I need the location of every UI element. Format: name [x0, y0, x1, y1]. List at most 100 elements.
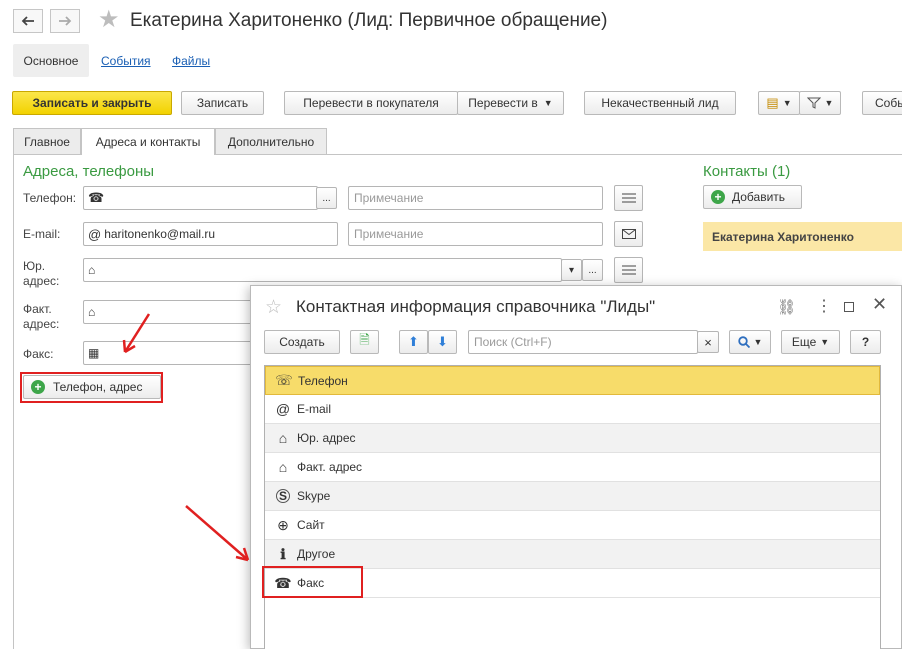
legal-address-label-line2: адрес:: [23, 274, 60, 288]
create-label: Создать: [279, 335, 325, 349]
search-button[interactable]: ▼: [729, 330, 771, 354]
list-item[interactable]: @ E-mail: [265, 395, 880, 424]
highlight-box-fax: [262, 566, 363, 598]
search-icon: [737, 336, 750, 348]
chevron-down-icon: ▼: [782, 98, 792, 108]
add-contact-button[interactable]: + Добавить: [703, 185, 802, 209]
chevron-down-icon: ▼: [543, 98, 553, 108]
at-icon: @: [88, 226, 102, 242]
email-value: haritonenko@mail.ru: [104, 227, 216, 241]
email-input[interactable]: @ haritonenko@mail.ru: [83, 222, 338, 246]
tab-additional[interactable]: Дополнительно: [215, 128, 327, 154]
phone-input[interactable]: ☎: [83, 186, 318, 210]
hamburger-icon: [621, 193, 636, 203]
filter-icon: [806, 97, 821, 109]
to-menu-button[interactable]: Перевести в ▼: [457, 91, 564, 115]
arrow-left-icon: [21, 16, 34, 26]
legal-address-menu-button[interactable]: [614, 257, 643, 283]
envelope-icon: [621, 229, 636, 239]
legal-address-dropdown[interactable]: ▾: [561, 259, 582, 281]
tab-main-label: Главное: [24, 134, 70, 149]
maximize-icon[interactable]: [844, 302, 854, 312]
fax-input[interactable]: ▦: [83, 341, 253, 365]
list-item[interactable]: S Skype: [265, 482, 880, 511]
move-down-button[interactable]: ⬇: [428, 330, 457, 354]
chevron-down-icon: ▼: [820, 337, 830, 347]
tab-main[interactable]: Главное: [13, 128, 81, 154]
copy-doc-icon: 🗎: [359, 332, 370, 347]
phone-note-input[interactable]: Примечание: [348, 186, 603, 210]
list-item[interactable]: ⌂ Факт. адрес: [265, 453, 880, 482]
bad-lead-label: Некачественный лид: [601, 96, 719, 110]
actual-address-input[interactable]: ⌂: [83, 300, 253, 324]
phone-note-placeholder: Примечание: [354, 191, 424, 205]
list-item[interactable]: ☏ Телефон: [265, 366, 880, 395]
help-button[interactable]: ?: [850, 330, 881, 354]
search-clear-button[interactable]: ×: [697, 331, 719, 353]
dialog-title: Контактная информация справочника "Лиды": [296, 297, 656, 316]
contact-row[interactable]: Екатерина Харитоненко: [703, 222, 902, 251]
tab-addresses[interactable]: Адреса и контакты: [81, 128, 215, 155]
close-icon[interactable]: ✕: [872, 294, 887, 315]
more-vert-icon[interactable]: ⋮: [816, 296, 832, 316]
legal-address-label: Юр. адрес:: [23, 259, 59, 289]
report-menu-button[interactable]: ▤ ▼: [758, 91, 800, 115]
list-item[interactable]: ℹ Другое: [265, 540, 880, 569]
actual-address-label-line1: Факт.: [23, 302, 52, 316]
nav-main[interactable]: Основное: [13, 44, 89, 77]
list-item[interactable]: ⌂ Юр. адрес: [265, 424, 880, 453]
create-button[interactable]: Создать: [264, 330, 340, 354]
clear-icon: ×: [704, 334, 712, 350]
legal-dots: ...: [588, 264, 597, 276]
events-menu-button[interactable]: Собы: [862, 91, 902, 115]
legal-address-input[interactable]: ⌂: [83, 258, 562, 282]
link-icon[interactable]: ⛓: [777, 298, 796, 316]
email-note-input[interactable]: Примечание: [348, 222, 603, 246]
actual-address-label-line2: адрес:: [23, 317, 60, 331]
highlight-box-add: [20, 372, 163, 403]
nav-files-link[interactable]: Файлы: [172, 54, 210, 68]
back-button[interactable]: [13, 9, 43, 33]
hamburger-icon: [621, 265, 636, 275]
list-item-label: Skype: [297, 489, 331, 503]
fax-icon: ▦: [88, 346, 100, 360]
house-icon: ⌂: [278, 430, 288, 446]
chevron-down-icon: ▼: [824, 98, 834, 108]
at-icon: @: [275, 401, 291, 417]
nav-events-link[interactable]: События: [101, 54, 151, 68]
list-item-label: Юр. адрес: [297, 431, 356, 445]
annotation-arrow-2: [185, 505, 250, 562]
forward-button[interactable]: [50, 9, 80, 33]
email-send-button[interactable]: [614, 221, 643, 247]
events-menu-label: Собы: [875, 96, 902, 110]
copy-button[interactable]: 🗎: [350, 330, 379, 354]
legal-address-label-line1: Юр.: [23, 259, 46, 273]
email-note-placeholder: Примечание: [354, 227, 424, 241]
chevron-down-icon: ▾: [568, 264, 575, 276]
bad-lead-button[interactable]: Некачественный лид: [584, 91, 736, 115]
annotation-arrow-1: [122, 313, 151, 354]
phone-menu-button[interactable]: [614, 185, 643, 211]
to-buyer-button[interactable]: Перевести в покупателя: [284, 91, 458, 115]
report-icon: ▤: [766, 95, 779, 110]
arrow-right-icon: [59, 16, 72, 26]
move-up-button[interactable]: ⬆: [399, 330, 428, 354]
dialog-star-icon[interactable]: ☆: [265, 296, 282, 319]
save-close-button[interactable]: Записать и закрыть: [12, 91, 172, 115]
house-icon: ⌂: [88, 305, 96, 319]
house-icon: ⌂: [278, 459, 288, 475]
more-menu-button[interactable]: Еще ▼: [781, 330, 840, 354]
phone-select-button[interactable]: ...: [316, 187, 337, 209]
filter-menu-button[interactable]: ▼: [799, 91, 841, 115]
fax-label: Факс:: [23, 347, 54, 361]
tab-addresses-label: Адреса и контакты: [95, 135, 201, 149]
info-icon: ℹ: [280, 545, 286, 562]
save-button[interactable]: Записать: [181, 91, 264, 115]
search-input[interactable]: Поиск (Ctrl+F): [468, 330, 698, 354]
arrow-up-icon: ⬆: [408, 334, 419, 349]
phone-dots: ...: [322, 192, 331, 204]
list-item[interactable]: ⊕ Сайт: [265, 511, 880, 540]
favorite-star-icon[interactable]: ★: [98, 8, 120, 32]
house-icon: ⌂: [88, 263, 96, 277]
legal-address-select[interactable]: ...: [582, 259, 603, 281]
